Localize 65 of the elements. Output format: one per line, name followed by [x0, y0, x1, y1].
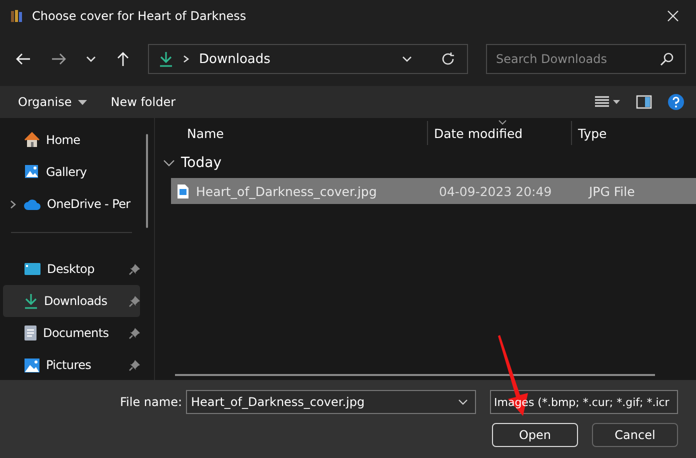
pin-icon [129, 296, 140, 306]
sidebar-item[interactable]: Gallery [3, 156, 140, 188]
file-name: Heart_of_Darkness_cover.jpg [196, 184, 377, 198]
picture-icon [24, 358, 40, 372]
sidebar-label: Downloads [44, 294, 108, 308]
dropdown-triangle-icon [78, 100, 87, 104]
chevron-icon [183, 55, 189, 63]
sidebar-item[interactable]: Home [3, 124, 140, 156]
sidebar-label: OneDrive - Per [47, 197, 130, 211]
group-header[interactable]: Today [181, 155, 222, 171]
command-button[interactable]: New folder [110, 95, 176, 109]
file-row[interactable]: Heart_of_Darkness_cover.jpg 04-09-2023 20:49 JPG File [171, 178, 696, 204]
sort-icon [498, 120, 507, 125]
preview-pane-button[interactable] [636, 95, 652, 109]
sidebar-item[interactable]: OneDrive - Per [3, 188, 140, 220]
file-type: JPG File [587, 184, 636, 198]
column-header[interactable]: Type [571, 121, 696, 145]
picture-icon [24, 164, 40, 180]
sidebar-label: Home [46, 133, 80, 147]
up-arrow-icon [116, 51, 130, 67]
close-icon [667, 10, 679, 22]
left-arrow-icon [15, 52, 31, 66]
desktop-icon [24, 262, 41, 276]
refresh-icon[interactable] [441, 52, 455, 66]
file-name-label: File name: [120, 395, 182, 409]
command-button[interactable]: Organise [18, 95, 87, 109]
chevron-down-icon[interactable] [457, 398, 469, 406]
home-icon [24, 132, 40, 148]
download-icon [24, 293, 38, 309]
download-icon [159, 51, 173, 67]
document-icon [24, 325, 37, 341]
sidebar-label: Documents [43, 326, 109, 340]
expand-icon[interactable] [10, 200, 16, 208]
books-icon [10, 9, 24, 23]
window-title: Choose cover for Heart of Darkness [32, 9, 248, 23]
file-name-field[interactable]: Heart_of_Darkness_cover.jpg [186, 390, 476, 414]
column-header[interactable]: Date modified [427, 121, 571, 145]
pin-icon [129, 360, 140, 370]
address-bar[interactable]: Downloads [148, 44, 468, 74]
chevron-down-icon [85, 55, 97, 63]
sidebar-label: Desktop [47, 262, 94, 276]
sidebar-item[interactable]: Pictures [3, 349, 140, 381]
search-field[interactable]: Search Downloads [486, 44, 686, 74]
scrollbar[interactable] [175, 374, 655, 376]
sidebar-label: Gallery [46, 165, 87, 179]
right-arrow-icon [51, 52, 67, 66]
sidebar-item[interactable]: Desktop [3, 253, 140, 285]
help-button[interactable] [668, 94, 684, 110]
pin-icon [129, 328, 140, 338]
scrollbar[interactable] [146, 134, 148, 228]
search-icon [660, 52, 674, 66]
column-header[interactable]: Name [155, 121, 427, 145]
sidebar-item[interactable]: Documents [3, 317, 140, 349]
dialog-button[interactable]: Open [492, 423, 578, 447]
sidebar-label: Pictures [46, 358, 92, 372]
pin-icon [129, 264, 140, 274]
view-options-button[interactable] [594, 95, 620, 109]
image-file-icon [177, 184, 189, 198]
cloud-icon [24, 198, 41, 210]
file-date: 04-09-2023 20:49 [438, 184, 553, 198]
dialog-button[interactable]: Cancel [592, 423, 678, 447]
sidebar-item[interactable]: Downloads [3, 285, 140, 317]
collapse-icon[interactable] [163, 159, 175, 167]
dropdown-icon[interactable] [401, 55, 413, 63]
address-location: Downloads [199, 52, 270, 66]
